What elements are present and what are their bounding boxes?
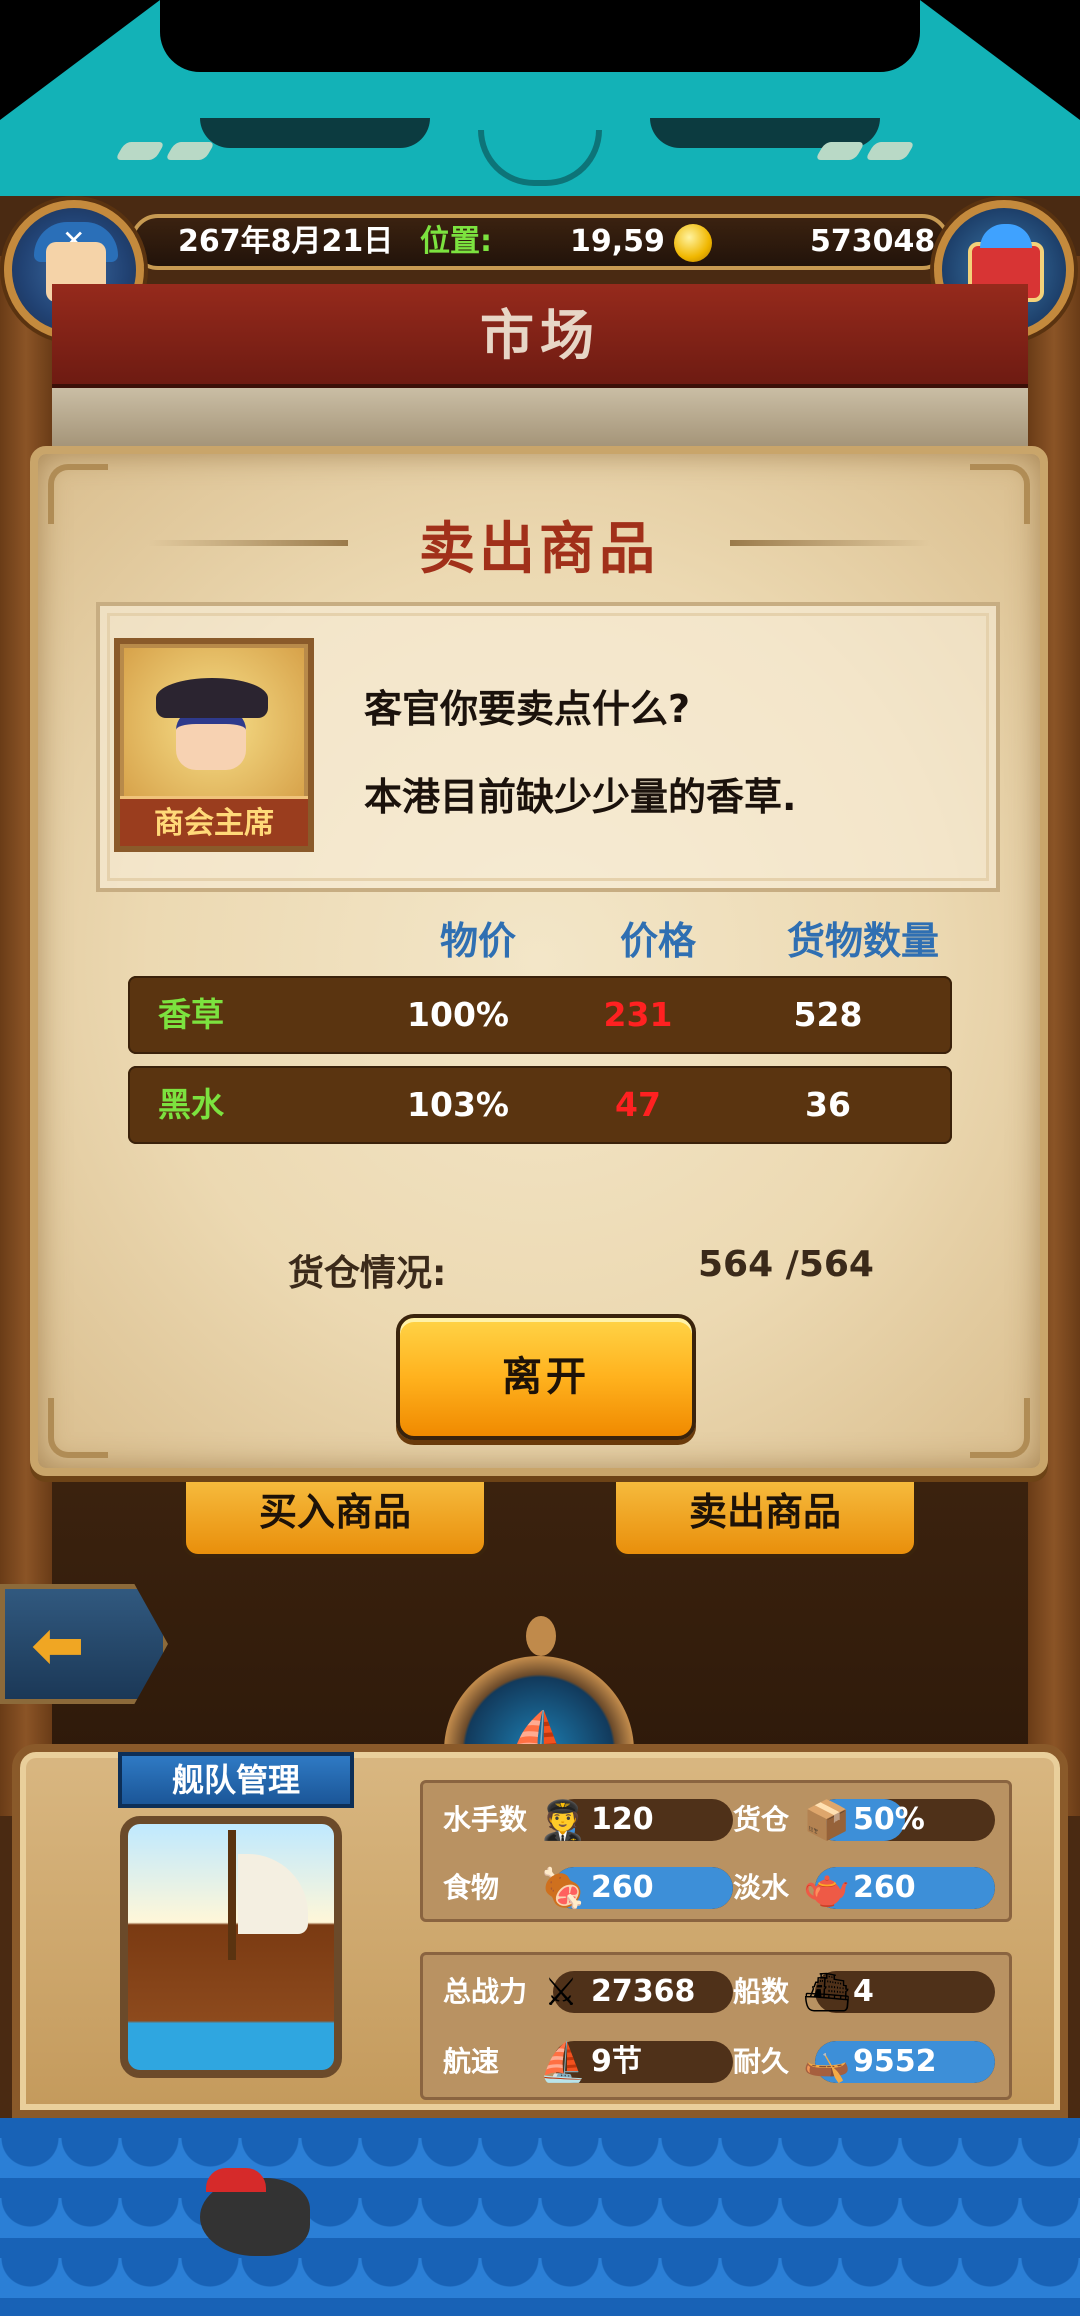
coin-icon (674, 224, 712, 262)
goods-qty: 36 (805, 1085, 851, 1124)
npc-name: 商会主席 (120, 796, 308, 846)
crate-icon: 📦 (803, 1798, 851, 1842)
goods-qty: 528 (793, 995, 863, 1034)
mascot-eye-left (200, 118, 430, 148)
fleet-management-label[interactable]: 舰队管理 (118, 1752, 354, 1808)
goods-index: 100% (407, 995, 509, 1034)
position-label: 位置: (420, 224, 492, 259)
header-index: 物价 (439, 919, 516, 963)
gold-amount: 573048 (810, 224, 936, 259)
goods-row[interactable]: 香草 100% 231 528 (128, 976, 952, 1054)
date-text: 267年8月21日 (178, 224, 394, 259)
goods-index: 103% (407, 1085, 509, 1124)
mascot-header (0, 0, 1080, 200)
power-stat: 总战力 ⚔ 27368 (443, 1969, 743, 2015)
mascot-mouth (478, 130, 602, 186)
npc-line-1: 客官你要卖点什么? (364, 687, 691, 731)
dialog-title: 卖出商品 (419, 517, 659, 582)
back-button[interactable]: ⬅ (0, 1584, 168, 1704)
ships-stat: 船数 ⛴ 4 (733, 1969, 1013, 2015)
sail-icon: ⛵ (539, 2040, 587, 2084)
goods-price: 231 (603, 995, 673, 1034)
water-jug-icon: 🫖 (803, 1866, 851, 1910)
fleet-stats-box: 总战力 ⚔ 27368 船数 ⛴ 4 航速 ⛵ 9节 耐久 🛶 9552 (420, 1952, 1012, 2100)
leave-button[interactable]: 离开 (396, 1314, 696, 1440)
fleet-ship-image[interactable] (120, 1816, 342, 2078)
game-area: 267年8月21日 位置: 19,59 573048 市场 买入商品 卖出商品 … (0, 196, 1080, 2266)
market-title: 市场 (52, 284, 1028, 388)
whale-mascot-icon (200, 2168, 310, 2256)
goods-price: 47 (615, 1085, 661, 1124)
goods-name: 香草 (158, 995, 224, 1034)
meat-icon: 🍖 (539, 1866, 587, 1910)
npc-speech-box: 商会主席 客官你要卖点什么? 本港目前缺少少量的香草. (96, 602, 1000, 892)
npc-line-2: 本港目前缺少少量的香草. (364, 775, 797, 819)
status-bar: 267年8月21日 位置: 19,59 573048 (130, 214, 950, 270)
crossed-swords-icon: ⚔ (543, 1970, 579, 2014)
sailors-stat: 水手数 🧑‍✈️ 120 (443, 1797, 743, 1843)
header-qty: 货物数量 (786, 919, 939, 963)
cargo-value: 564 /564 (698, 1244, 874, 1285)
back-arrow-icon: ⬅ (31, 1609, 85, 1683)
durability-stat: 耐久 🛶 9552 (733, 2039, 1013, 2085)
sell-dialog: 卖出商品 商会主席 客官你要卖点什么? 本港目前缺少少量的香草. 物价 价格 货… (30, 446, 1048, 1476)
ocean-footer (0, 2118, 1080, 2316)
sailor-icon: 🧑‍✈️ (539, 1798, 587, 1842)
goods-name: 黑水 (158, 1085, 224, 1124)
speed-stat: 航速 ⛵ 9节 (443, 2039, 743, 2085)
position-value: 19,59 (570, 224, 665, 259)
goods-row[interactable]: 黑水 103% 47 36 (128, 1066, 952, 1144)
supplies-box: 水手数 🧑‍✈️ 120 货仓 📦 50% 食物 🍖 260 淡水 🫖 260 (420, 1780, 1012, 1922)
ship-icon: ⛴ (803, 1970, 852, 2014)
hull-icon: 🛶 (803, 2040, 851, 2084)
npc-portrait: 商会主席 (114, 638, 314, 852)
header-price: 价格 (619, 919, 696, 963)
food-stat: 食物 🍖 260 (443, 1865, 743, 1911)
cargo-label: 货仓情况: (288, 1253, 447, 1294)
hold-stat: 货仓 📦 50% (733, 1797, 1013, 1843)
water-stat: 淡水 🫖 260 (733, 1865, 1013, 1911)
